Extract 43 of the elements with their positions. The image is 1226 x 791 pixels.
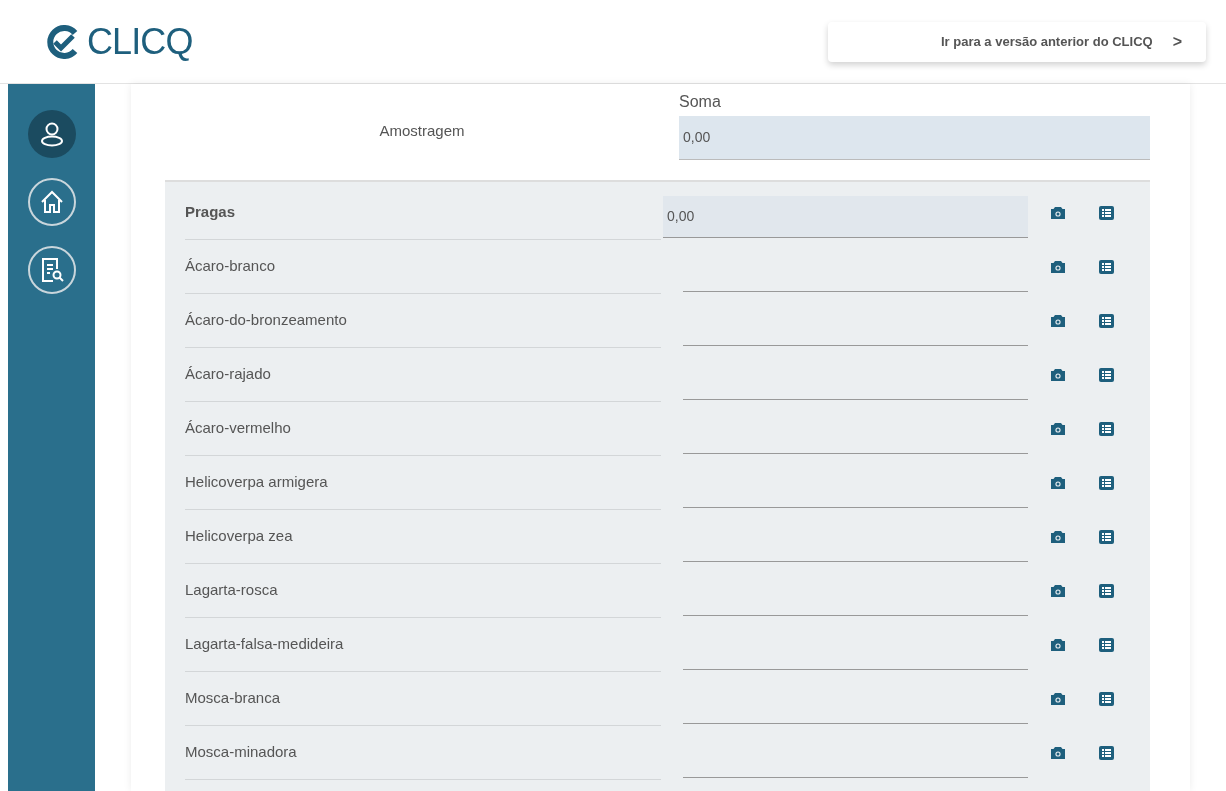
logo-text: CLICQ xyxy=(87,19,193,64)
list-icon[interactable] xyxy=(1099,530,1114,544)
camera-icon[interactable] xyxy=(1050,692,1066,706)
sidebar-item[interactable] xyxy=(27,110,76,158)
pest-label: Ácaro-vermelho xyxy=(185,418,291,439)
list-icon[interactable] xyxy=(1099,638,1114,652)
list-icon[interactable] xyxy=(1099,476,1114,490)
list-icon[interactable] xyxy=(1099,260,1114,274)
list-icon[interactable] xyxy=(1099,746,1114,760)
pest-label: Mosca-minadora xyxy=(185,742,297,763)
camera-icon[interactable] xyxy=(1050,530,1066,544)
camera-icon[interactable] xyxy=(1050,584,1066,598)
pest-label: Ácaro-do-bronzeamento xyxy=(185,310,347,331)
pest-label: Helicoverpa armigera xyxy=(185,472,328,493)
list-icon[interactable] xyxy=(1099,584,1114,598)
camera-icon[interactable] xyxy=(1050,638,1066,652)
list-icon[interactable] xyxy=(1099,314,1114,328)
sum-label: Soma xyxy=(679,92,722,112)
list-icon[interactable] xyxy=(1099,368,1114,382)
camera-icon[interactable] xyxy=(1050,746,1066,760)
pest-label: Lagarta-rosca xyxy=(185,580,278,601)
camera-icon[interactable] xyxy=(1050,206,1066,220)
camera-icon[interactable] xyxy=(1050,476,1066,490)
sidebar-item[interactable] xyxy=(27,246,76,294)
list-icon[interactable] xyxy=(1099,422,1114,436)
camera-icon[interactable] xyxy=(1050,314,1066,328)
camera-icon[interactable] xyxy=(1050,260,1066,274)
group-label: Pragas xyxy=(185,202,236,223)
user-icon xyxy=(38,121,65,147)
camera-icon[interactable] xyxy=(1050,368,1066,382)
pest-label: Ácaro-branco xyxy=(185,256,276,277)
count-field[interactable]: 0,00 xyxy=(663,196,1028,238)
sum-field[interactable]: 0,00 xyxy=(679,116,1150,160)
pest-label: Ácaro-rajado xyxy=(185,364,271,385)
pest-label: Lagarta-falsa-medideira xyxy=(185,634,344,655)
list-icon[interactable] xyxy=(1099,206,1114,220)
sidebar-item[interactable] xyxy=(27,178,76,226)
list-icon[interactable] xyxy=(1099,692,1114,706)
camera-icon[interactable] xyxy=(1050,422,1066,436)
sampling-label: Amostragem xyxy=(379,120,465,141)
previous-version-button[interactable]: Ir para a versão anterior do CLICQ > xyxy=(828,21,1206,62)
pest-label: Mosca-branca xyxy=(185,688,281,709)
pest-label: Helicoverpa zea xyxy=(185,526,293,547)
